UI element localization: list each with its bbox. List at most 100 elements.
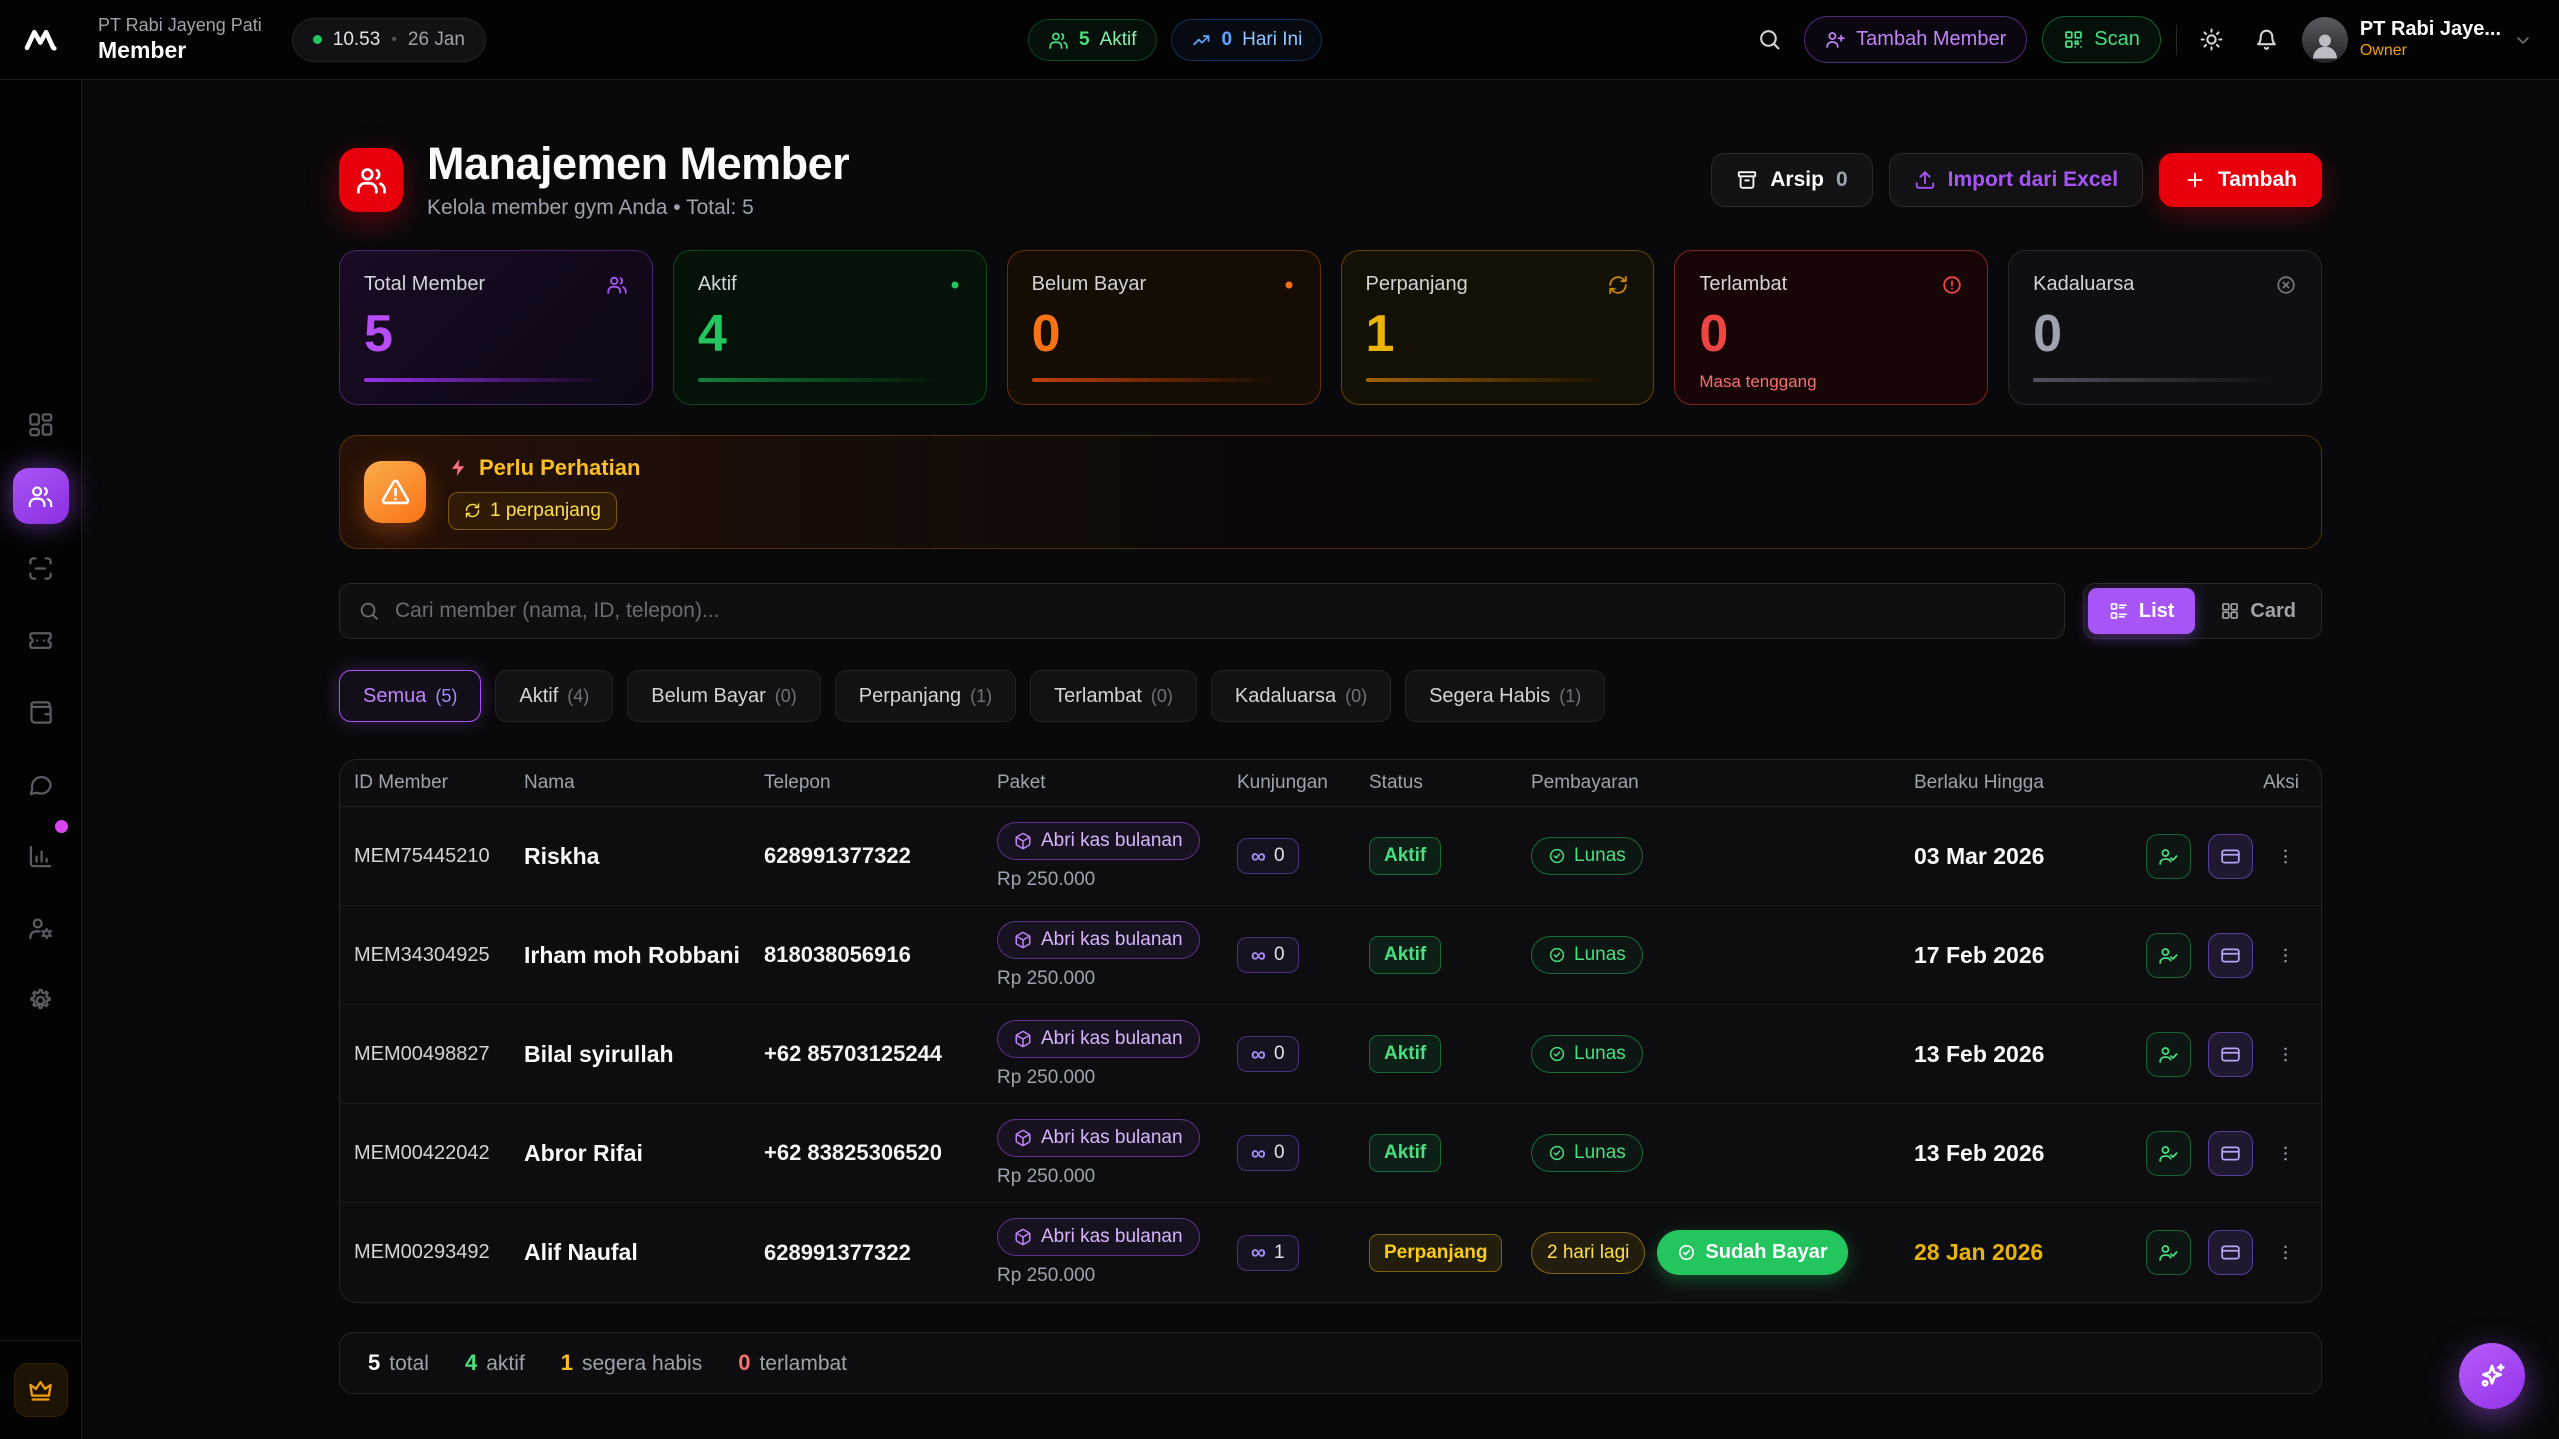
app-logo[interactable]	[0, 0, 82, 80]
checkin-button[interactable]	[2146, 1032, 2191, 1077]
member-card-button[interactable]	[2208, 1032, 2253, 1077]
summary-label: terlambat	[759, 1352, 847, 1376]
stat-label: Kadaluarsa	[2033, 273, 2134, 296]
renewal-chip[interactable]: 1 perpanjang	[448, 492, 617, 530]
member-card-button[interactable]	[2208, 1131, 2253, 1176]
check-circle-icon	[1548, 1045, 1566, 1063]
credit-card-icon	[2220, 1143, 2241, 1164]
member-payment: Lunas	[1517, 837, 1900, 875]
filter-count: (1)	[970, 686, 992, 707]
grid-view-icon	[2220, 601, 2240, 621]
add-member-button[interactable]: Tambah Member	[1804, 16, 2027, 63]
filter-tab-semua[interactable]: Semua(5)	[339, 670, 481, 722]
sidebar-item-dashboard[interactable]	[13, 396, 69, 452]
checkin-button[interactable]	[2146, 1131, 2191, 1176]
filter-tab-segera-habis[interactable]: Segera Habis(1)	[1405, 670, 1605, 722]
notification-dot	[55, 820, 68, 833]
member-card-button[interactable]	[2208, 933, 2253, 978]
attention-title: Perlu Perhatian	[479, 455, 640, 481]
member-payment: Lunas	[1517, 936, 1900, 974]
valid-until: 17 Feb 2026	[1900, 942, 2140, 969]
sidebar-item-settings[interactable]	[13, 972, 69, 1028]
status-badge: Aktif	[1369, 837, 1441, 875]
search-button[interactable]	[1749, 20, 1789, 60]
more-vertical-icon	[2275, 846, 2296, 867]
stat-card-kadaluarsa[interactable]: Kadaluarsa0	[2008, 250, 2322, 405]
attention-body: Perlu Perhatian 1 perpanjang	[448, 455, 640, 530]
sidebar-item-premium[interactable]	[14, 1363, 68, 1417]
member-card-button[interactable]	[2208, 834, 2253, 879]
member-search-input[interactable]	[393, 598, 2046, 624]
user-check-icon	[2158, 846, 2179, 867]
row-menu-button[interactable]	[2270, 1032, 2300, 1077]
row-actions	[2140, 933, 2321, 978]
add-button[interactable]: Tambah	[2159, 153, 2322, 207]
stat-underline	[364, 378, 607, 382]
checkin-button[interactable]	[2146, 834, 2191, 879]
member-name: Abror Rifai	[510, 1140, 750, 1167]
table-row[interactable]: MEM34304925Irham moh Robbani818038056916…	[340, 906, 2321, 1005]
row-menu-button[interactable]	[2270, 1131, 2300, 1176]
ticket-icon	[27, 627, 54, 654]
theme-toggle-button[interactable]	[2192, 20, 2232, 60]
credit-card-icon	[2220, 945, 2241, 966]
crown-icon	[27, 1377, 54, 1404]
view-list-button[interactable]: List	[2088, 588, 2196, 634]
refresh-icon	[1607, 274, 1629, 296]
filter-tab-belum-bayar[interactable]: Belum Bayar(0)	[627, 670, 821, 722]
sidebar-item-members[interactable]	[13, 468, 69, 524]
sidebar-item-chat[interactable]	[13, 756, 69, 812]
search-row: List Card	[339, 583, 2322, 639]
row-menu-button[interactable]	[2270, 933, 2300, 978]
sidebar-bottom	[0, 1340, 81, 1439]
sidebar-item-finance[interactable]	[13, 684, 69, 740]
filter-tab-aktif[interactable]: Aktif(4)	[495, 670, 613, 722]
add-member-label: Tambah Member	[1856, 28, 2006, 51]
users-icon	[606, 274, 628, 296]
valid-until: 03 Mar 2026	[1900, 843, 2140, 870]
table-row[interactable]: MEM00422042Abror Rifai+62 83825306520Abr…	[340, 1104, 2321, 1203]
member-card-button[interactable]	[2208, 1230, 2253, 1275]
filter-tab-perpanjang[interactable]: Perpanjang(1)	[835, 670, 1016, 722]
table-row[interactable]: MEM00293492Alif Naufal628991377322Abri k…	[340, 1203, 2321, 1302]
renewal-chip-label: 1 perpanjang	[490, 500, 601, 522]
infinity-icon: ∞	[1251, 1143, 1266, 1164]
row-actions	[2140, 1032, 2321, 1077]
scan-button[interactable]: Scan	[2042, 16, 2161, 63]
row-menu-button[interactable]	[2270, 834, 2300, 879]
assistant-fab[interactable]	[2459, 1343, 2525, 1409]
column-header: Pembayaran	[1517, 772, 1900, 794]
list-label: List	[2139, 600, 2175, 623]
filter-tab-terlambat[interactable]: Terlambat(0)	[1030, 670, 1197, 722]
filter-tab-kadaluarsa[interactable]: Kadaluarsa(0)	[1211, 670, 1391, 722]
user-menu[interactable]: PT Rabi Jaye... Owner	[2302, 17, 2533, 63]
sidebar-item-membership[interactable]	[13, 612, 69, 668]
row-menu-button[interactable]	[2270, 1230, 2300, 1275]
page-title: Manajemen Member	[427, 140, 849, 187]
notifications-button[interactable]	[2247, 20, 2287, 60]
sidebar-item-scan[interactable]	[13, 540, 69, 596]
stat-card-belum-bayar[interactable]: Belum Bayar0	[1007, 250, 1321, 405]
import-excel-button[interactable]: Import dari Excel	[1889, 153, 2143, 207]
visits-badge: ∞0	[1237, 1036, 1299, 1072]
search-bar	[339, 583, 2065, 639]
archive-button[interactable]: Arsip 0	[1711, 153, 1872, 207]
checkin-button[interactable]	[2146, 1230, 2191, 1275]
view-card-button[interactable]: Card	[2199, 588, 2317, 634]
payment-status-badge: Lunas	[1531, 936, 1643, 974]
users-icon	[1048, 30, 1069, 51]
stat-card-aktif[interactable]: Aktif4	[673, 250, 987, 405]
table-row[interactable]: MEM75445210Riskha628991377322Abri kas bu…	[340, 807, 2321, 906]
stat-card-terlambat[interactable]: Terlambat0Masa tenggang	[1674, 250, 1988, 405]
checkin-button[interactable]	[2146, 933, 2191, 978]
package-price: Rp 250.000	[997, 1166, 1223, 1188]
sidebar-item-staff[interactable]	[13, 900, 69, 956]
stat-card-perpanjang[interactable]: Perpanjang1	[1341, 250, 1655, 405]
table-row[interactable]: MEM00498827Bilal syirullah+62 8570312524…	[340, 1005, 2321, 1104]
stat-card-total-member[interactable]: Total Member5	[339, 250, 653, 405]
infinity-icon: ∞	[1251, 1044, 1266, 1065]
infinity-icon: ∞	[1251, 945, 1266, 966]
mark-paid-button[interactable]: Sudah Bayar	[1657, 1230, 1847, 1275]
add-label: Tambah	[2218, 168, 2297, 192]
sidebar-item-reports[interactable]	[13, 828, 69, 884]
